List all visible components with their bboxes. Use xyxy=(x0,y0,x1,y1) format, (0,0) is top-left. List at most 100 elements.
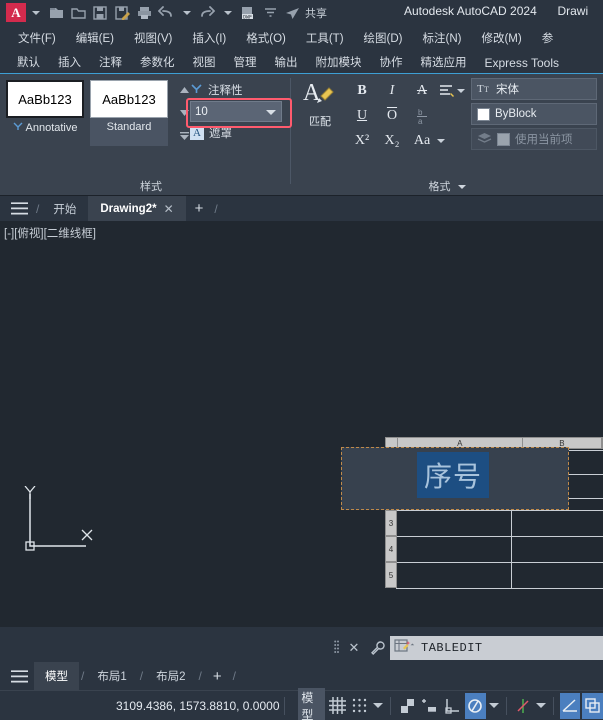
share-label[interactable]: 共享 xyxy=(305,5,327,21)
table-cell-selected-text[interactable]: 序号 xyxy=(417,452,489,498)
save-icon[interactable] xyxy=(89,3,111,23)
file-tab-drawing2[interactable]: Drawing2* ✕ xyxy=(88,196,186,221)
gallery-expand-icon[interactable] xyxy=(177,126,191,146)
strikethrough-button[interactable]: A xyxy=(407,78,437,103)
menu-file[interactable]: 文件(F) xyxy=(8,30,66,46)
match-properties-button[interactable]: A 匹配 xyxy=(299,78,341,129)
new-tab-icon[interactable]: + xyxy=(186,196,213,221)
ribbontab-addins[interactable]: 附加模块 xyxy=(307,52,371,73)
menu-parametric[interactable]: 参 xyxy=(532,30,564,46)
snap-mode-icon[interactable] xyxy=(350,693,371,719)
ribbontab-home[interactable]: 默认 xyxy=(8,52,49,73)
share-send-icon[interactable] xyxy=(281,3,303,23)
model-space-button[interactable]: 模型 xyxy=(298,687,325,720)
font-field[interactable]: TT 宋体 xyxy=(471,78,597,100)
menu-dimension[interactable]: 标注(N) xyxy=(413,30,472,46)
layouttab-model[interactable]: 模型 xyxy=(34,662,79,690)
close-icon[interactable]: ✕ xyxy=(164,202,174,216)
object-snap-icon[interactable] xyxy=(442,693,463,719)
change-case-caret-icon[interactable] xyxy=(437,138,445,143)
app-menu-icon[interactable]: A xyxy=(6,3,26,22)
osnap-settings-caret-icon[interactable] xyxy=(488,703,499,708)
command-line-grip-icon[interactable] xyxy=(330,636,342,660)
ribbontab-annotate[interactable]: 注释 xyxy=(90,52,131,73)
text-height-combo[interactable]: 10 xyxy=(190,101,282,122)
command-line-settings-icon[interactable] xyxy=(366,636,390,660)
format-panel-title[interactable]: 格式 xyxy=(291,178,603,194)
annotative-toggle[interactable]: 注释性 xyxy=(190,80,288,100)
osnap-tracking-icon[interactable] xyxy=(464,692,486,719)
redo-caret-icon[interactable] xyxy=(224,10,232,15)
lineweight-icon[interactable] xyxy=(559,692,581,719)
overline-button[interactable]: O xyxy=(377,103,407,128)
table-rowheader-3[interactable]: 3 xyxy=(385,510,397,536)
menu-insert[interactable]: 插入(I) xyxy=(182,30,236,46)
table-rowheader-5[interactable]: 5 xyxy=(385,562,397,588)
table-rowheader-4[interactable]: 4 xyxy=(385,536,397,562)
undo-caret-icon[interactable] xyxy=(183,10,191,15)
mask-toggle[interactable]: A 遮罩 xyxy=(190,123,288,143)
menu-draw[interactable]: 绘图(D) xyxy=(354,30,413,46)
drawing-canvas[interactable]: [-][俯视][二维线框] xyxy=(0,221,603,627)
panel-expand-caret-icon[interactable] xyxy=(457,185,466,190)
menu-edit[interactable]: 编辑(E) xyxy=(66,30,124,46)
snap-settings-caret-icon[interactable] xyxy=(373,703,384,708)
justify-caret-icon[interactable] xyxy=(457,88,465,93)
ribbontab-collaborate[interactable]: 协作 xyxy=(371,52,412,73)
layouttab-layout2[interactable]: 布局2 xyxy=(145,662,196,690)
file-tab-menu-icon[interactable] xyxy=(4,196,34,221)
table-row-headers[interactable]: 3 4 5 xyxy=(385,510,397,588)
quick-access-caret-icon[interactable] xyxy=(32,10,40,15)
gallery-scroll-up-icon[interactable] xyxy=(177,80,191,100)
dwf-publish-icon[interactable]: DWF xyxy=(237,3,259,23)
text-color-field[interactable]: ByBlock xyxy=(471,103,597,125)
command-line[interactable]: ✕ TABLEDIT xyxy=(330,636,603,660)
new-layout-icon[interactable]: + xyxy=(204,662,231,690)
text-height-value[interactable]: 10 xyxy=(195,106,208,118)
grid-display-icon[interactable] xyxy=(327,693,348,719)
menu-view[interactable]: 视图(V) xyxy=(124,30,182,46)
layout-menu-icon[interactable] xyxy=(4,662,34,690)
ribbontab-manage[interactable]: 管理 xyxy=(225,52,266,73)
viewport-label[interactable]: [-][俯视][二维线框] xyxy=(4,225,96,241)
undo-icon[interactable] xyxy=(155,3,177,23)
menu-modify[interactable]: 修改(M) xyxy=(471,30,531,46)
stack-fraction-button[interactable]: ba xyxy=(407,103,437,128)
gallery-scroll-down-icon[interactable] xyxy=(177,103,191,123)
change-case-button[interactable]: Aa xyxy=(407,128,437,153)
new-file-icon[interactable] xyxy=(45,3,67,23)
bold-button[interactable]: B xyxy=(347,78,377,103)
superscript-button[interactable]: X² xyxy=(347,128,377,153)
style-card-standard[interactable]: AaBb123 Standard xyxy=(90,80,168,146)
style-card-annotative[interactable]: AaBb123 Annotative xyxy=(6,80,84,146)
underline-button[interactable]: U xyxy=(347,103,377,128)
command-input[interactable]: TABLEDIT xyxy=(390,636,603,660)
redo-icon[interactable] xyxy=(196,3,218,23)
ortho-mode-icon[interactable] xyxy=(397,693,418,719)
coordinate-readout[interactable]: 3109.4386, 1573.8810, 0.0000 xyxy=(116,699,280,713)
menu-tools[interactable]: 工具(T) xyxy=(296,30,354,46)
file-tab-start[interactable]: 开始 xyxy=(41,196,88,221)
save-as-icon[interactable] xyxy=(111,3,133,23)
layouttab-layout1[interactable]: 布局1 xyxy=(86,662,137,690)
plot-icon[interactable] xyxy=(133,3,155,23)
transparency-icon[interactable] xyxy=(582,692,603,719)
workspace-caret-icon[interactable] xyxy=(259,3,281,23)
italic-button[interactable]: I xyxy=(377,78,407,103)
open-folder-icon[interactable] xyxy=(67,3,89,23)
polar-tracking-icon[interactable] xyxy=(420,693,441,719)
command-text[interactable]: TABLEDIT xyxy=(421,641,483,655)
dynamic-ucs-caret-icon[interactable] xyxy=(535,703,546,708)
change-case-caret-wrapper[interactable] xyxy=(437,128,467,153)
ribbontab-parametric[interactable]: 参数化 xyxy=(131,52,184,73)
ribbontab-view[interactable]: 视图 xyxy=(184,52,225,73)
justify-button[interactable] xyxy=(437,78,467,103)
ribbontab-express-tools[interactable]: Express Tools xyxy=(476,54,568,73)
ribbontab-output[interactable]: 输出 xyxy=(266,52,307,73)
dynamic-ucs-icon[interactable] xyxy=(512,693,533,719)
menu-format[interactable]: 格式(O) xyxy=(236,30,296,46)
ribbontab-insert[interactable]: 插入 xyxy=(49,52,90,73)
command-prompt-icon[interactable] xyxy=(394,638,416,659)
background-layer-field[interactable]: 使用当前项 xyxy=(471,128,597,150)
subscript-button[interactable]: X₂ xyxy=(377,128,407,153)
